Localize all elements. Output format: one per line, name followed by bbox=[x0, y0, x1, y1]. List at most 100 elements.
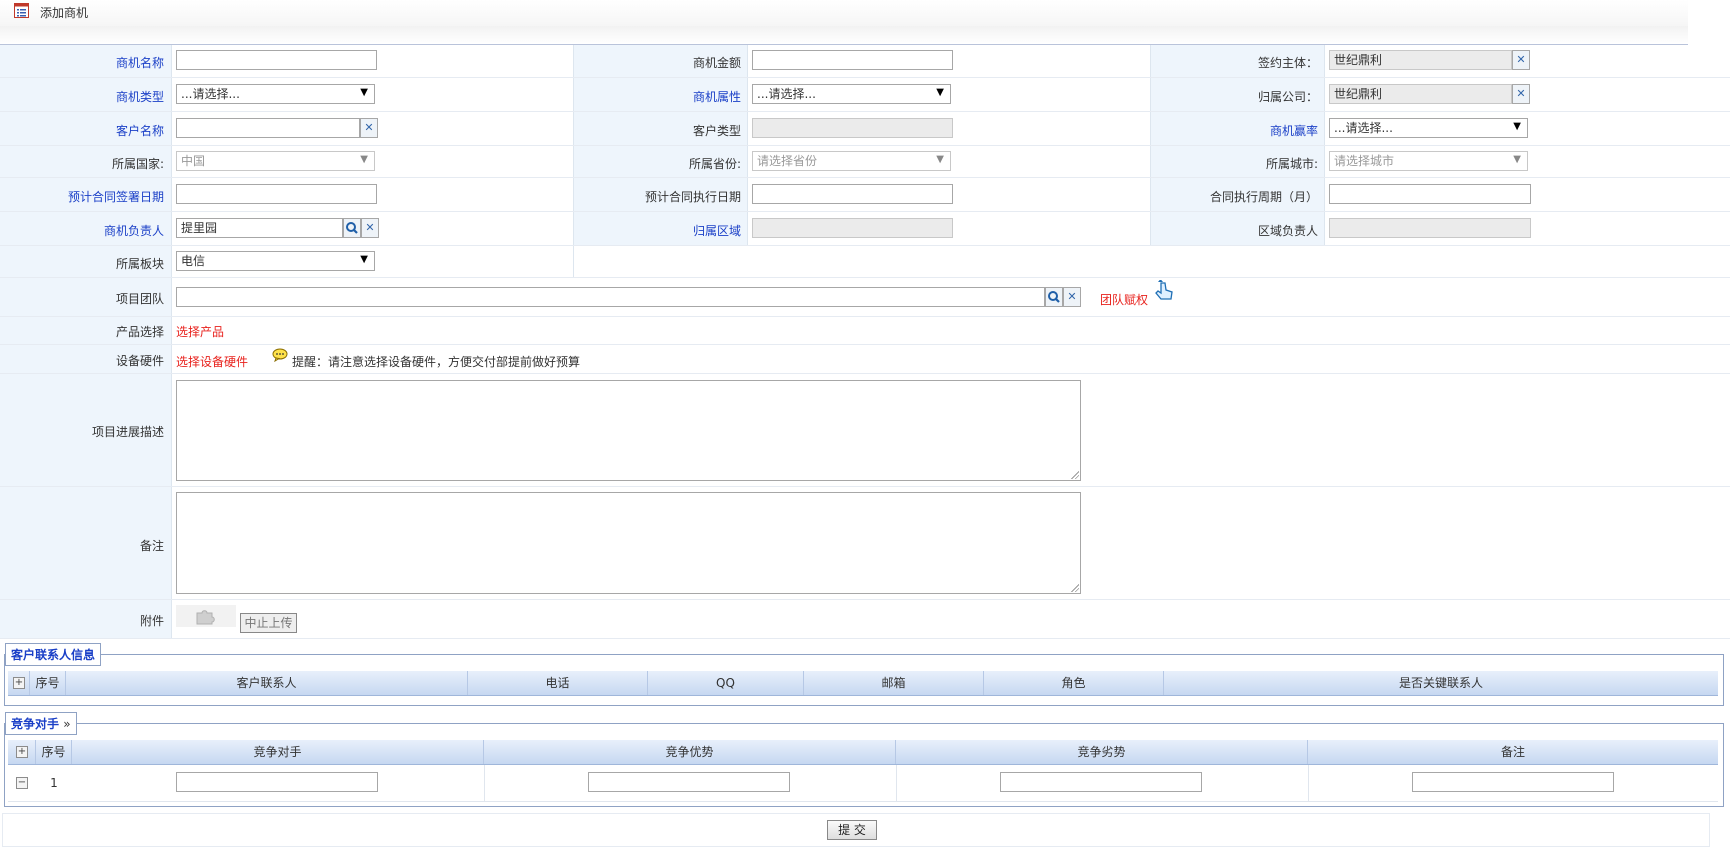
form-row-progress: 项目进展描述 bbox=[0, 374, 1730, 487]
customer-name-input[interactable] bbox=[176, 118, 360, 138]
region-input[interactable] bbox=[752, 218, 953, 238]
remark-textarea[interactable] bbox=[176, 492, 1081, 594]
select-product-link[interactable]: 选择产品 bbox=[176, 323, 224, 340]
contacts-col-key: 是否关键联系人 bbox=[1398, 676, 1483, 690]
owner-input[interactable]: 提里园 bbox=[176, 218, 343, 238]
progress-textarea[interactable] bbox=[176, 380, 1081, 481]
plus-icon[interactable]: + bbox=[16, 746, 28, 758]
clear-icon[interactable]: ✕ bbox=[360, 118, 378, 138]
competitor-disadvantage-input[interactable] bbox=[1000, 772, 1202, 792]
form-row-team: 项目团队 ✕ 团队赋权 bbox=[0, 278, 1730, 317]
stop-upload-button[interactable]: 中止上传 bbox=[240, 613, 297, 633]
contacts-col-email: 邮箱 bbox=[804, 671, 984, 695]
sign-date-input[interactable] bbox=[176, 184, 377, 204]
win-rate-select[interactable]: ...请选择... ▼ bbox=[1329, 118, 1528, 138]
form-row-4: 所属国家: 中国 ▼ 所属省份: 请选择省份 ▼ 所属城市: 请选择城市 ▼ bbox=[0, 146, 1730, 178]
plus-icon[interactable]: + bbox=[13, 677, 25, 689]
contacts-col-index: 序号 bbox=[30, 671, 66, 695]
form-row-3: 客户名称 ✕ 客户类型 商机赢率 ...请选择... ▼ bbox=[0, 112, 1730, 146]
contacts-col-phone: 电话 bbox=[468, 671, 648, 695]
city-select[interactable]: 请选择城市 ▼ bbox=[1329, 151, 1528, 171]
competitors-legend[interactable]: 竞争对手 » bbox=[5, 712, 77, 735]
opportunity-amount-input[interactable] bbox=[752, 50, 953, 70]
competitor-remark-input[interactable] bbox=[1412, 772, 1614, 792]
clear-icon[interactable]: ✕ bbox=[361, 218, 379, 238]
sector-select[interactable]: 电信 ▼ bbox=[176, 251, 375, 271]
list-icon bbox=[14, 3, 29, 18]
team-authorize-link[interactable]: 团队赋权 bbox=[1100, 291, 1148, 308]
form-row-hardware: 设备硬件 选择设备硬件 提醒：请注意选择设备硬件，方便交付部提前做好预算 bbox=[0, 345, 1730, 374]
table-row: − 1 bbox=[8, 765, 1718, 802]
resize-grip[interactable] bbox=[1071, 471, 1079, 479]
customer-type-input[interactable] bbox=[752, 118, 953, 138]
exec-period-input[interactable] bbox=[1329, 184, 1531, 204]
submit-button[interactable]: 提 交 bbox=[827, 820, 877, 840]
exec-date-input[interactable] bbox=[752, 184, 953, 204]
dropdown-arrow-icon: ▼ bbox=[360, 154, 368, 165]
city-value: 请选择城市 bbox=[1334, 154, 1395, 168]
opportunity-name-input[interactable] bbox=[176, 50, 377, 70]
province-select[interactable]: 请选择省份 ▼ bbox=[752, 151, 951, 171]
team-label: 项目团队 bbox=[115, 292, 164, 306]
competitor-name-input[interactable] bbox=[176, 772, 378, 792]
select-hardware-link[interactable]: 选择设备硬件 bbox=[176, 353, 248, 370]
opportunity-attr-select[interactable]: ...请选择... ▼ bbox=[752, 84, 951, 104]
opportunity-amount-label: 商机金额 bbox=[692, 56, 741, 70]
competitors-col-advantage: 竞争优势 bbox=[484, 740, 896, 764]
exec-date-label: 预计合同执行日期 bbox=[644, 190, 741, 204]
owner-label: 商机负责人 bbox=[103, 224, 164, 238]
sector-value: 电信 bbox=[181, 254, 206, 268]
resize-grip[interactable] bbox=[1071, 584, 1079, 592]
dropdown-arrow-icon: ▼ bbox=[936, 154, 944, 165]
country-select[interactable]: 中国 ▼ bbox=[176, 151, 375, 171]
form-row-1: 商机名称 商机金额 签约主体： 世纪鼎利 ✕ bbox=[0, 45, 1730, 78]
customer-type-label: 客户类型 bbox=[692, 124, 741, 138]
dropdown-arrow-icon: ▼ bbox=[936, 87, 944, 98]
clear-icon[interactable]: ✕ bbox=[1512, 84, 1530, 104]
opportunity-type-select[interactable]: ...请选择... ▼ bbox=[176, 84, 375, 104]
contacts-col-role: 角色 bbox=[984, 671, 1164, 695]
sector-label: 所属板块 bbox=[115, 257, 164, 271]
dropdown-arrow-icon: ▼ bbox=[360, 87, 368, 98]
sign-date-label: 预计合同签署日期 bbox=[67, 190, 164, 204]
minus-icon[interactable]: − bbox=[16, 777, 28, 789]
team-input[interactable] bbox=[176, 287, 1045, 307]
company-input[interactable]: 世纪鼎利 bbox=[1329, 84, 1512, 104]
competitors-col-name: 竞争对手 bbox=[72, 740, 484, 764]
region-owner-label: 区域负责人 bbox=[1257, 224, 1318, 238]
country-value: 中国 bbox=[181, 154, 206, 168]
win-rate-value: ...请选择... bbox=[1334, 121, 1393, 135]
competitor-advantage-input[interactable] bbox=[588, 772, 790, 792]
contacts-col-qq: QQ bbox=[648, 671, 804, 695]
hardware-label: 设备硬件 bbox=[115, 354, 164, 368]
form-row-product: 产品选择 选择产品 bbox=[0, 317, 1730, 345]
clear-icon[interactable]: ✕ bbox=[1512, 50, 1530, 70]
company-label: 归属公司： bbox=[1257, 90, 1318, 104]
opportunity-attr-label: 商机属性 bbox=[692, 90, 741, 104]
contacts-legend[interactable]: 客户联系人信息 bbox=[5, 643, 102, 666]
form-row-7: 所属板块 电信 ▼ bbox=[0, 246, 1730, 278]
province-label: 所属省份: bbox=[688, 157, 741, 171]
product-label: 产品选择 bbox=[115, 325, 164, 339]
country-label: 所属国家: bbox=[111, 157, 164, 171]
upload-area[interactable] bbox=[176, 605, 236, 627]
search-button[interactable] bbox=[343, 218, 361, 238]
page-header bbox=[0, 0, 1688, 27]
region-owner-input[interactable] bbox=[1329, 218, 1531, 238]
competitors-col-disadvantage: 竞争劣势 bbox=[896, 740, 1308, 764]
competitors-col-index: 序号 bbox=[36, 740, 72, 764]
opportunity-attr-value: ...请选择... bbox=[757, 87, 816, 101]
search-icon bbox=[346, 222, 358, 234]
hand-pointer-icon[interactable] bbox=[1152, 280, 1176, 304]
clear-icon[interactable]: ✕ bbox=[1063, 287, 1081, 307]
province-value: 请选择省份 bbox=[757, 154, 818, 168]
dropdown-arrow-icon: ▼ bbox=[1513, 154, 1521, 165]
form-row-5: 预计合同签署日期 预计合同执行日期 合同执行周期（月） bbox=[0, 178, 1730, 212]
team-search-button[interactable] bbox=[1045, 287, 1063, 307]
form-row-6: 商机负责人 提里园 ✕ 归属区域 区域负责人 bbox=[0, 212, 1730, 246]
dropdown-arrow-icon: ▼ bbox=[1513, 121, 1521, 132]
puzzle-icon bbox=[196, 610, 215, 625]
header-divider bbox=[0, 26, 1688, 45]
contacts-fieldset: + 序号 客户联系人 电话 QQ 邮箱 角色 是否关键联系人 bbox=[4, 654, 1724, 706]
signing-entity-input[interactable]: 世纪鼎利 bbox=[1329, 50, 1512, 70]
